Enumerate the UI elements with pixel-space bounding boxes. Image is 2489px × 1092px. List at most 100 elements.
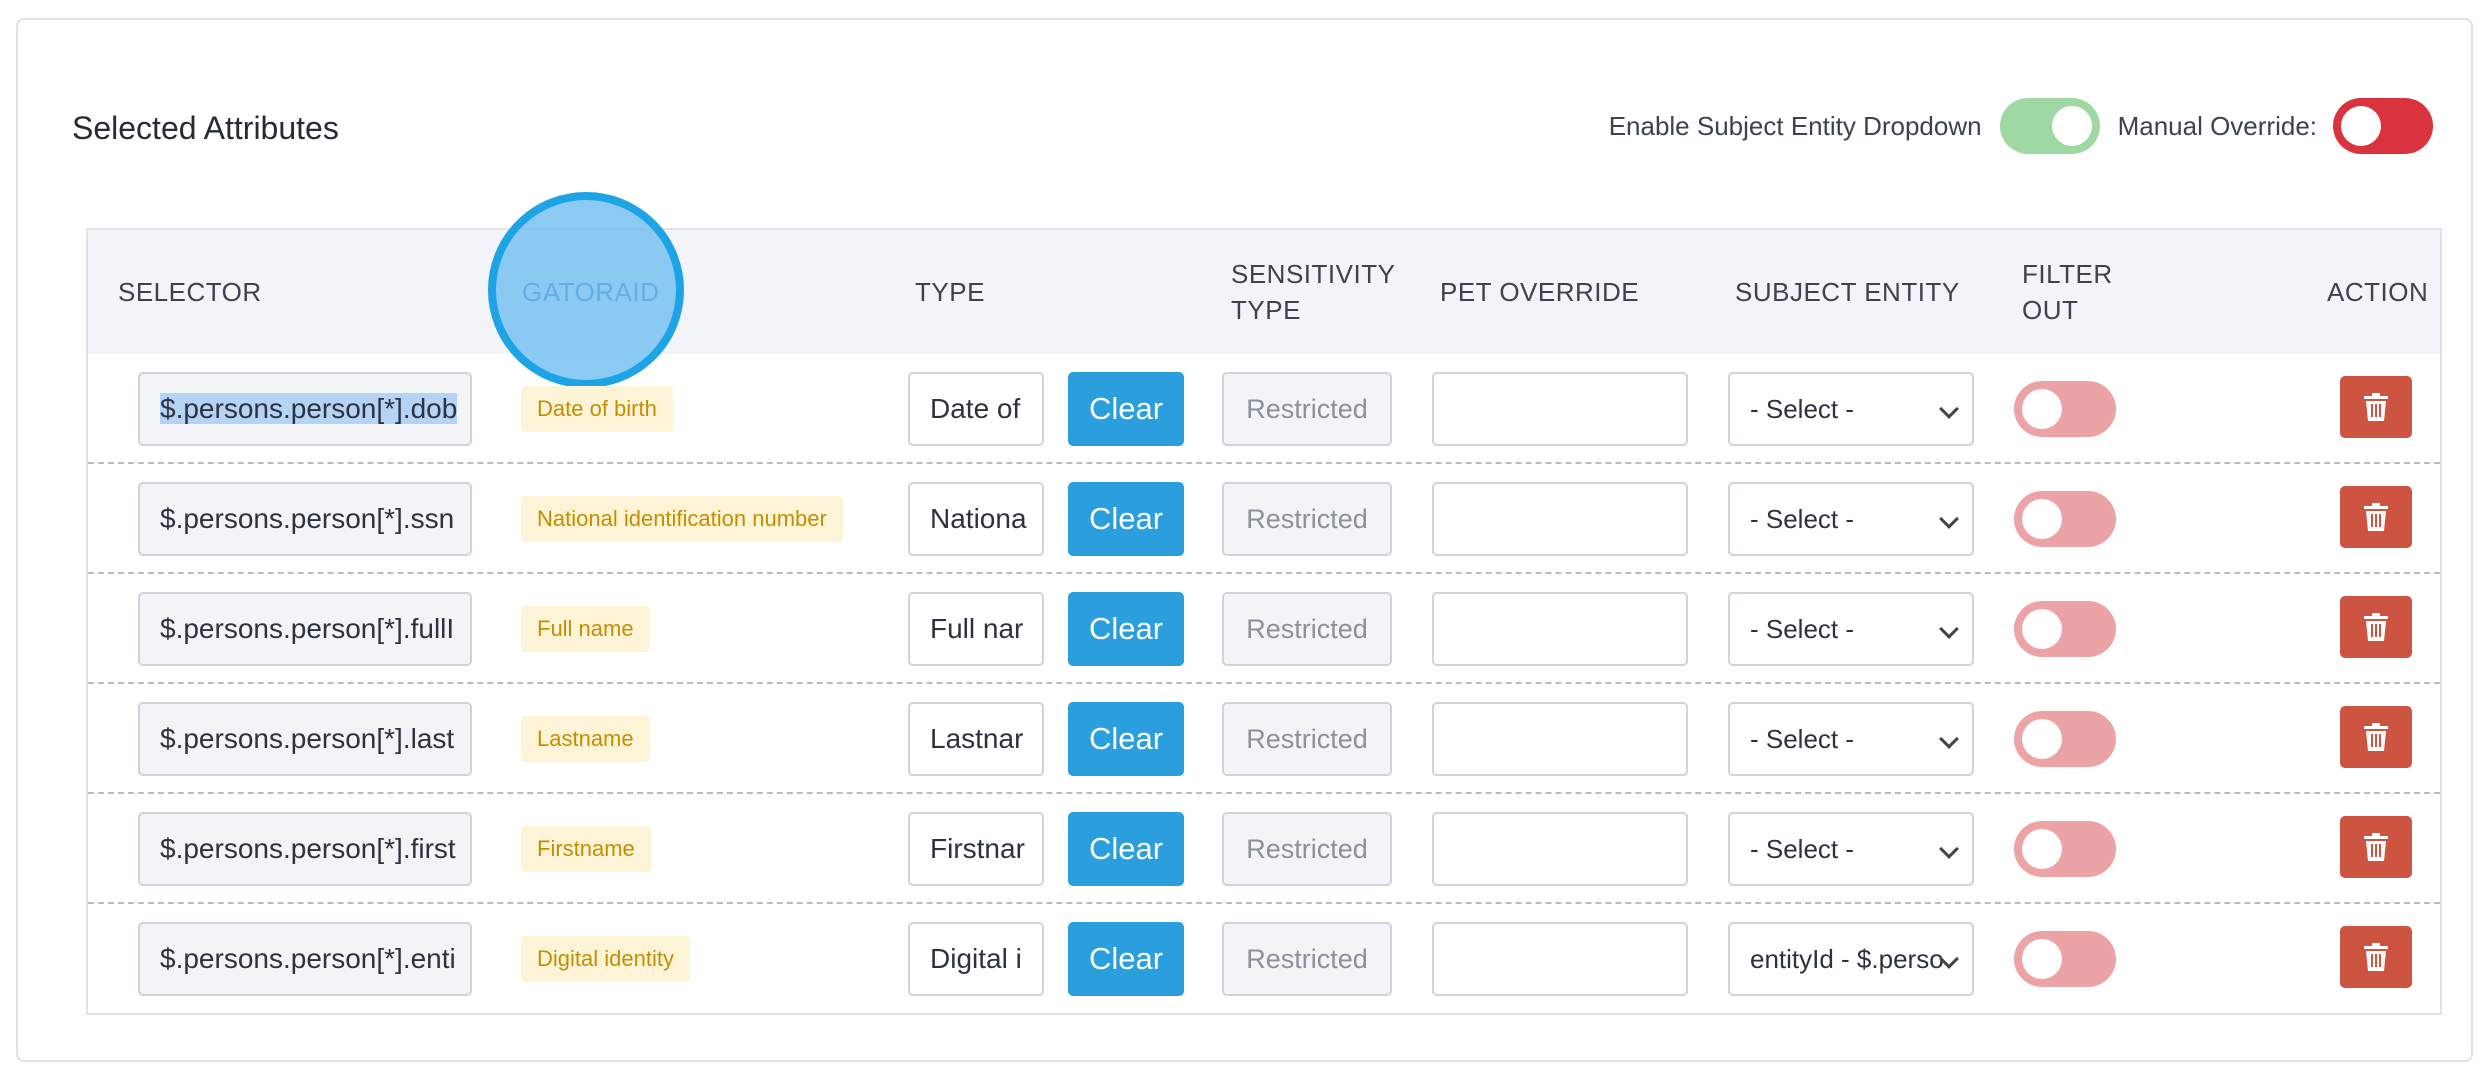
subject-entity-select[interactable]: - Select - [1728,702,1974,776]
table-row: $.persons.person[*].first Firstname Firs… [88,794,2440,904]
subject-entity-select[interactable]: - Select - [1728,812,1974,886]
type-input[interactable]: Full nar [908,592,1044,666]
type-input[interactable]: Digital i [908,922,1044,996]
filter-out-toggle[interactable] [2014,821,2116,877]
gatoraid-badge: Date of birth [521,386,673,432]
header-action[interactable]: ACTION [2327,274,2428,310]
chevron-down-icon [1939,509,1959,529]
sensitivity-type-field[interactable]: Restricted [1222,372,1392,446]
subject-entity-value: - Select - [1750,724,1855,754]
trash-icon [2364,613,2388,641]
table-row: $.persons.person[*].fullI Full name Full… [88,574,2440,684]
type-input[interactable]: Date of [908,372,1044,446]
header-pet-override[interactable]: PET OVERRIDE [1440,274,1639,310]
delete-button[interactable] [2340,596,2412,658]
manual-override-toggle[interactable] [2333,98,2433,154]
subject-entity-select[interactable]: entityId - $.perso [1728,922,1974,996]
gatoraid-badge: Digital identity [521,936,690,982]
toggle-knob [2022,499,2062,539]
chevron-down-icon [1939,619,1959,639]
header-filter-out[interactable]: FILTER OUT [2022,256,2113,328]
clear-button[interactable]: Clear [1068,812,1184,886]
gatoraid-badge: Lastname [521,716,650,762]
card-title: Selected Attributes [72,110,339,146]
header-gatoraid[interactable]: GATORAID [522,274,659,310]
toggle-knob [2022,389,2062,429]
sensitivity-type-field[interactable]: Restricted [1222,592,1392,666]
chevron-down-icon [1939,839,1959,859]
header-type[interactable]: TYPE [915,274,985,310]
header-sensitivity-line1: SENSITIVITY [1231,259,1396,289]
delete-button[interactable] [2340,706,2412,768]
clear-button[interactable]: Clear [1068,482,1184,556]
delete-button[interactable] [2340,816,2412,878]
type-input[interactable]: Lastnar [908,702,1044,776]
filter-out-toggle[interactable] [2014,931,2116,987]
header-subject-entity[interactable]: SUBJECT ENTITY [1735,274,1960,310]
subject-entity-select[interactable]: - Select - [1728,372,1974,446]
toggle-knob [2022,609,2062,649]
sensitivity-type-field[interactable]: Restricted [1222,812,1392,886]
header-sensitivity-line2: TYPE [1231,295,1301,325]
gatoraid-badge: National identification number [521,496,843,542]
sensitivity-type-field[interactable]: Restricted [1222,482,1392,556]
delete-button[interactable] [2340,486,2412,548]
trash-icon [2364,723,2388,751]
selector-value: $.persons.person[*].last [160,723,455,754]
selector-input[interactable]: $.persons.person[*].dob [138,372,472,446]
selector-input[interactable]: $.persons.person[*].enti [138,922,472,996]
pet-override-input[interactable] [1432,592,1688,666]
subject-entity-value: - Select - [1750,504,1855,534]
header-controls: Enable Subject Entity Dropdown Manual Ov… [1609,98,2433,154]
filter-out-toggle[interactable] [2014,381,2116,437]
filter-out-toggle[interactable] [2014,711,2116,767]
selector-input[interactable]: $.persons.person[*].ssn [138,482,472,556]
pet-override-input[interactable] [1432,812,1688,886]
attributes-table: SELECTOR GATORAID TYPE SENSITIVITY TYPE … [86,192,2442,1015]
toggle-knob [2022,829,2062,869]
pet-override-input[interactable] [1432,702,1688,776]
selector-value: $.persons.person[*].first [160,833,456,864]
toggle-knob [2022,939,2062,979]
gatoraid-badge: Full name [521,606,650,652]
selector-input[interactable]: $.persons.person[*].first [138,812,472,886]
pet-override-input[interactable] [1432,922,1688,996]
table-row: $.persons.person[*].last Lastname Lastna… [88,684,2440,794]
table-row: $.persons.person[*].ssn National identif… [88,464,2440,574]
selector-value: $.persons.person[*].enti [160,943,456,974]
selector-input[interactable]: $.persons.person[*].fullI [138,592,472,666]
selector-value: $.persons.person[*].dob [160,393,458,424]
type-input[interactable]: Firstnar [908,812,1044,886]
clear-button[interactable]: Clear [1068,372,1184,446]
manual-override-label: Manual Override: [2117,110,2317,141]
subject-entity-value: entityId - $.perso [1750,944,1944,974]
filter-out-toggle[interactable] [2014,491,2116,547]
sensitivity-type-field[interactable]: Restricted [1222,922,1392,996]
sensitivity-type-field[interactable]: Restricted [1222,702,1392,776]
selector-input[interactable]: $.persons.person[*].last [138,702,472,776]
delete-button[interactable] [2340,376,2412,438]
chevron-down-icon [1939,399,1959,419]
filter-out-toggle[interactable] [2014,601,2116,657]
trash-icon [2364,503,2388,531]
type-input[interactable]: Nationa [908,482,1044,556]
header-sensitivity-type[interactable]: SENSITIVITY TYPE [1231,256,1395,328]
header-selector[interactable]: SELECTOR [118,274,262,310]
subject-entity-value: - Select - [1750,834,1855,864]
toggle-knob [2051,106,2092,146]
delete-button[interactable] [2340,926,2412,988]
table-header: SELECTOR GATORAID TYPE SENSITIVITY TYPE … [88,192,2440,388]
clear-button[interactable]: Clear [1068,922,1184,996]
pet-override-input[interactable] [1432,482,1688,556]
clear-button[interactable]: Clear [1068,592,1184,666]
toggle-knob [2341,106,2381,146]
selector-value: $.persons.person[*].fullI [160,613,455,644]
subject-entity-select[interactable]: - Select - [1728,592,1974,666]
subject-entity-value: - Select - [1750,614,1855,644]
clear-button[interactable]: Clear [1068,702,1184,776]
enable-subject-entity-toggle[interactable] [1999,98,2100,154]
pet-override-input[interactable] [1432,372,1688,446]
subject-entity-value: - Select - [1750,394,1855,424]
toggle-knob [2022,719,2062,759]
subject-entity-select[interactable]: - Select - [1728,482,1974,556]
